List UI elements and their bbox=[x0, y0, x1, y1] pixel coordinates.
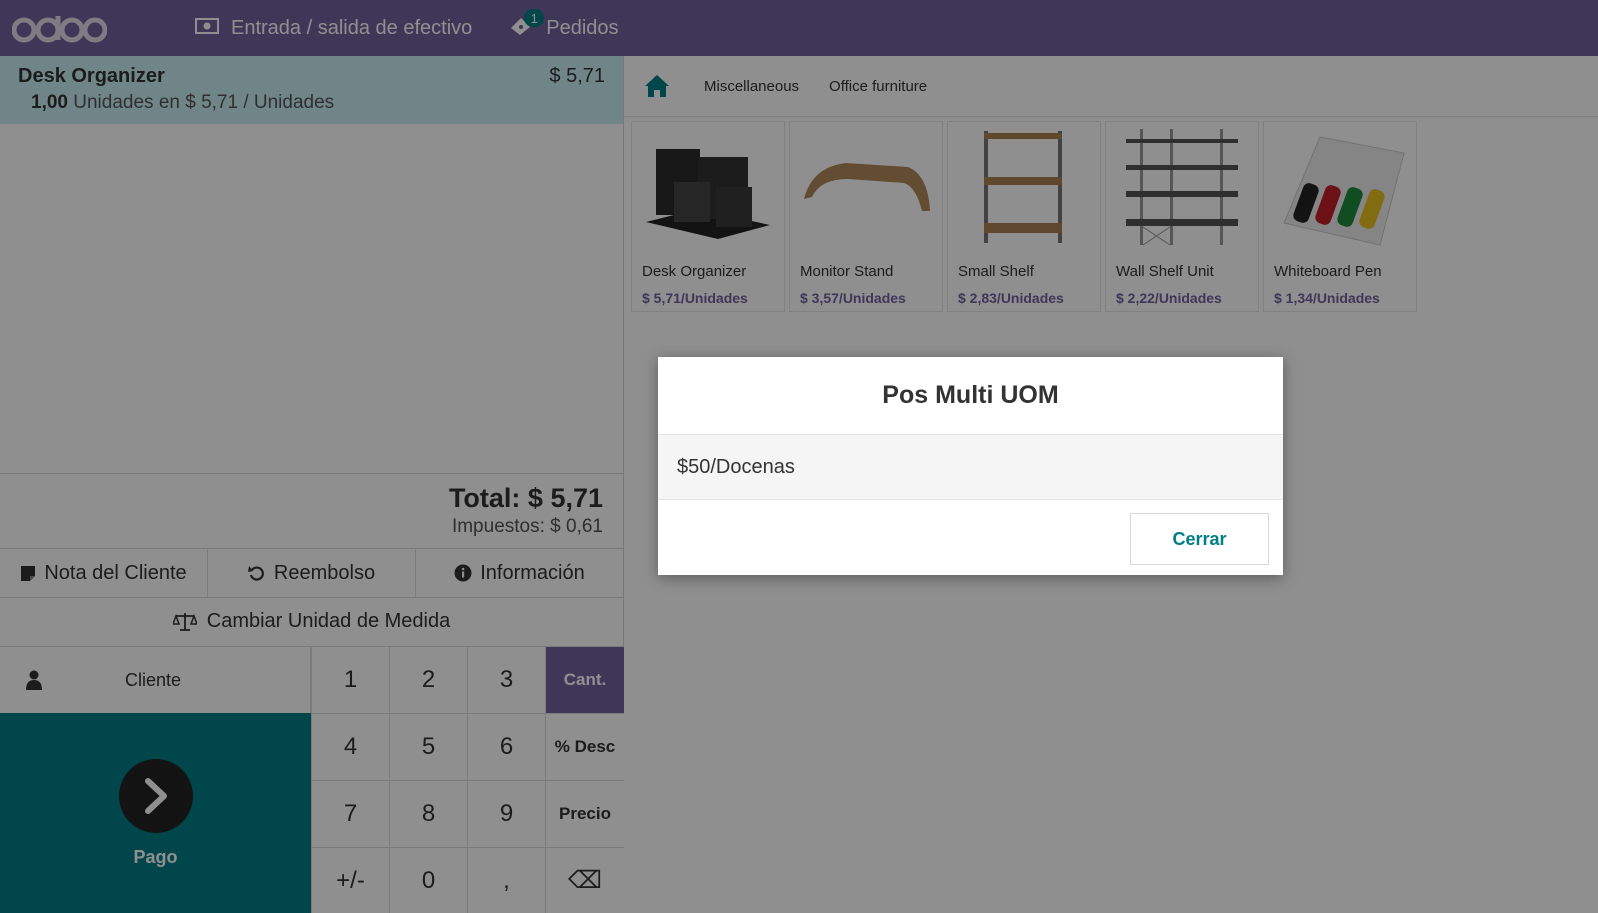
uom-option[interactable]: $50/Docenas bbox=[658, 435, 1283, 500]
dialog-title: Pos Multi UOM bbox=[658, 357, 1283, 435]
multi-uom-dialog: Pos Multi UOM $50/Docenas Cerrar bbox=[658, 357, 1283, 575]
close-button[interactable]: Cerrar bbox=[1130, 513, 1269, 565]
dialog-footer: Cerrar bbox=[658, 500, 1283, 575]
